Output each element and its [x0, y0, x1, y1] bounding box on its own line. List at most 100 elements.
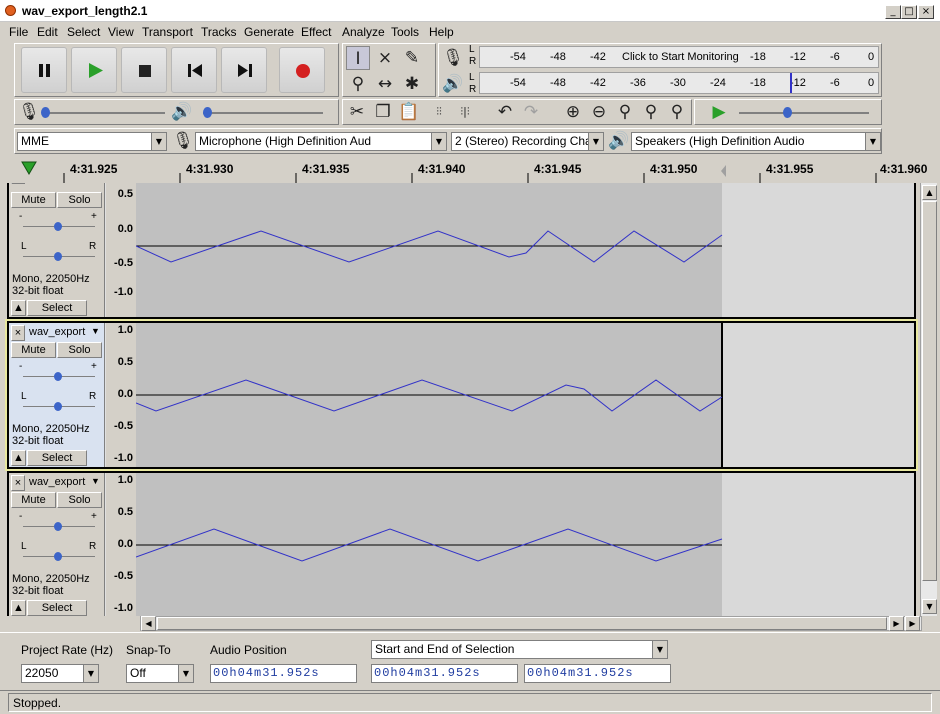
- menu-edit[interactable]: Edit: [37, 25, 58, 39]
- audio-host-select[interactable]: MME ▼: [17, 132, 167, 151]
- menu-generate[interactable]: Generate: [244, 25, 294, 39]
- waveform-area[interactable]: [136, 323, 914, 467]
- pan-slider-thumb[interactable]: [54, 552, 62, 561]
- playback-volume-speaker-icon: 🔊: [171, 102, 193, 122]
- minimize-button[interactable]: _: [885, 5, 901, 19]
- menu-transport[interactable]: Transport: [142, 25, 193, 39]
- horizontal-scroll-thumb[interactable]: [157, 617, 887, 630]
- zoom-tool-icon[interactable]: ⚲: [346, 72, 370, 96]
- trim-icon[interactable]: ⫶⫶: [427, 100, 451, 124]
- recording-volume-thumb[interactable]: [41, 107, 50, 118]
- menu-tracks[interactable]: Tracks: [201, 25, 237, 39]
- select-track-button[interactable]: Select: [27, 600, 87, 616]
- select-track-button[interactable]: Select: [27, 300, 87, 316]
- cut-icon[interactable]: ✂: [345, 100, 369, 124]
- record-button[interactable]: [279, 47, 325, 93]
- close-icon[interactable]: ×: [11, 183, 25, 184]
- vertical-scrollbar[interactable]: ▲ ▼: [920, 183, 937, 616]
- waveform-area[interactable]: [136, 473, 914, 616]
- scroll-up-icon[interactable]: ▲: [922, 185, 937, 200]
- scroll-left-icon[interactable]: ◀: [141, 616, 156, 631]
- fit-selection-icon[interactable]: ⚲: [613, 100, 637, 124]
- selection-mode-select[interactable]: Start and End of Selection ▼: [371, 640, 668, 659]
- selection-start-field[interactable]: 00h04m31.952s: [371, 664, 518, 683]
- mute-button[interactable]: Mute: [11, 342, 56, 358]
- waveform-area[interactable]: [136, 183, 914, 317]
- pan-slider-thumb[interactable]: [54, 402, 62, 411]
- vertical-scroll-thumb[interactable]: [922, 201, 937, 581]
- zoom-out-icon[interactable]: ⊖: [587, 100, 611, 124]
- play-at-speed-icon[interactable]: ▶: [707, 100, 731, 124]
- audio-track[interactable]: × wav_export Mute Solo - + L R Mono, 220…: [7, 183, 916, 319]
- envelope-tool-icon[interactable]: ⨯: [373, 46, 397, 70]
- recording-device-select[interactable]: Microphone (High Definition Aud ▼: [195, 132, 447, 151]
- scroll-right-icon[interactable]: ▶: [905, 616, 920, 631]
- gain-slider-thumb[interactable]: [54, 222, 62, 231]
- close-icon[interactable]: ×: [11, 325, 25, 341]
- menu-effect[interactable]: Effect: [301, 25, 331, 39]
- play-speed-slider[interactable]: [739, 112, 869, 114]
- select-track-button[interactable]: Select: [27, 450, 87, 466]
- undo-icon[interactable]: ↶: [493, 100, 517, 124]
- skip-to-end-button[interactable]: [221, 47, 267, 93]
- pause-button[interactable]: [21, 47, 67, 93]
- chevron-down-icon[interactable]: ▼: [91, 476, 100, 486]
- paste-icon[interactable]: 📋: [397, 100, 421, 124]
- chevron-down-icon[interactable]: ▼: [91, 326, 100, 336]
- project-rate-select[interactable]: 22050 ▼: [21, 664, 99, 683]
- play-speed-thumb[interactable]: [783, 107, 792, 118]
- playback-volume-thumb[interactable]: [203, 107, 212, 118]
- collapse-track-icon[interactable]: ▲: [11, 450, 26, 466]
- collapse-track-icon[interactable]: ▲: [11, 300, 26, 316]
- draw-tool-icon[interactable]: ✎: [400, 46, 424, 70]
- track-name[interactable]: wav_export: [29, 476, 85, 488]
- timeline-ruler[interactable]: 4:31.925 4:31.930 4:31.935 4:31.940 4:31…: [0, 155, 940, 183]
- snap-to-select[interactable]: Off ▼: [126, 664, 194, 683]
- solo-button[interactable]: Solo: [57, 192, 102, 208]
- zoom-in-icon[interactable]: ⊕: [561, 100, 585, 124]
- menu-select[interactable]: Select: [67, 25, 100, 39]
- scroll-right-icon[interactable]: ▶: [889, 616, 904, 631]
- gain-slider-thumb[interactable]: [54, 372, 62, 381]
- close-icon[interactable]: ×: [11, 475, 25, 491]
- menu-analyze[interactable]: Analyze: [342, 25, 385, 39]
- silence-icon[interactable]: ⫶|⫶: [453, 100, 477, 124]
- horizontal-scrollbar[interactable]: ◀ ▶ ▶: [140, 616, 922, 631]
- audio-position-field[interactable]: 00h04m31.952s: [210, 664, 357, 683]
- recording-volume-slider[interactable]: [45, 112, 165, 114]
- close-button[interactable]: ×: [918, 5, 934, 19]
- gain-slider-thumb[interactable]: [54, 522, 62, 531]
- playback-volume-slider[interactable]: [203, 112, 323, 114]
- maximize-button[interactable]: □: [901, 5, 917, 19]
- selection-end-field[interactable]: 00h04m31.952s: [524, 664, 671, 683]
- selection-tool-icon[interactable]: I: [346, 46, 370, 70]
- recording-channels-select[interactable]: 2 (Stereo) Recording Chann ▼: [451, 132, 604, 151]
- skip-to-start-button[interactable]: [171, 47, 217, 93]
- play-button[interactable]: [71, 47, 117, 93]
- playback-device-select[interactable]: Speakers (High Definition Audio ▼: [631, 132, 881, 151]
- multi-tool-icon[interactable]: ✱: [400, 72, 424, 96]
- fit-project-icon[interactable]: ⚲: [639, 100, 663, 124]
- collapse-track-icon[interactable]: ▲: [11, 600, 26, 616]
- zoom-toggle-icon[interactable]: ⚲: [665, 100, 689, 124]
- audio-track[interactable]: × wav_export ▼ Mute Solo - + L R Mono, 2…: [7, 471, 916, 616]
- solo-button[interactable]: Solo: [57, 492, 102, 508]
- meter-tick: -6: [830, 77, 840, 89]
- menu-tools[interactable]: Tools: [391, 25, 419, 39]
- track-name[interactable]: wav_export: [29, 326, 85, 338]
- record-meter[interactable]: -54 -48 -42 Click to Start Monitoring -1…: [479, 46, 879, 68]
- audio-track-selected[interactable]: × wav_export ▼ Mute Solo - + L R Mono, 2…: [5, 319, 918, 471]
- mute-button[interactable]: Mute: [11, 192, 56, 208]
- copy-icon[interactable]: ❐: [371, 100, 395, 124]
- pan-slider-thumb[interactable]: [54, 252, 62, 261]
- time-shift-tool-icon[interactable]: ↔: [373, 72, 397, 96]
- menu-file[interactable]: File: [9, 25, 28, 39]
- playback-meter[interactable]: -54 -48 -42 -36 -30 -24 -18 -12 -6 0: [479, 72, 879, 94]
- menu-help[interactable]: Help: [429, 25, 454, 39]
- solo-button[interactable]: Solo: [57, 342, 102, 358]
- stop-button[interactable]: [121, 47, 167, 93]
- scroll-down-icon[interactable]: ▼: [922, 599, 937, 614]
- menu-view[interactable]: View: [108, 25, 134, 39]
- mute-button[interactable]: Mute: [11, 492, 56, 508]
- redo-icon[interactable]: ↷: [519, 100, 543, 124]
